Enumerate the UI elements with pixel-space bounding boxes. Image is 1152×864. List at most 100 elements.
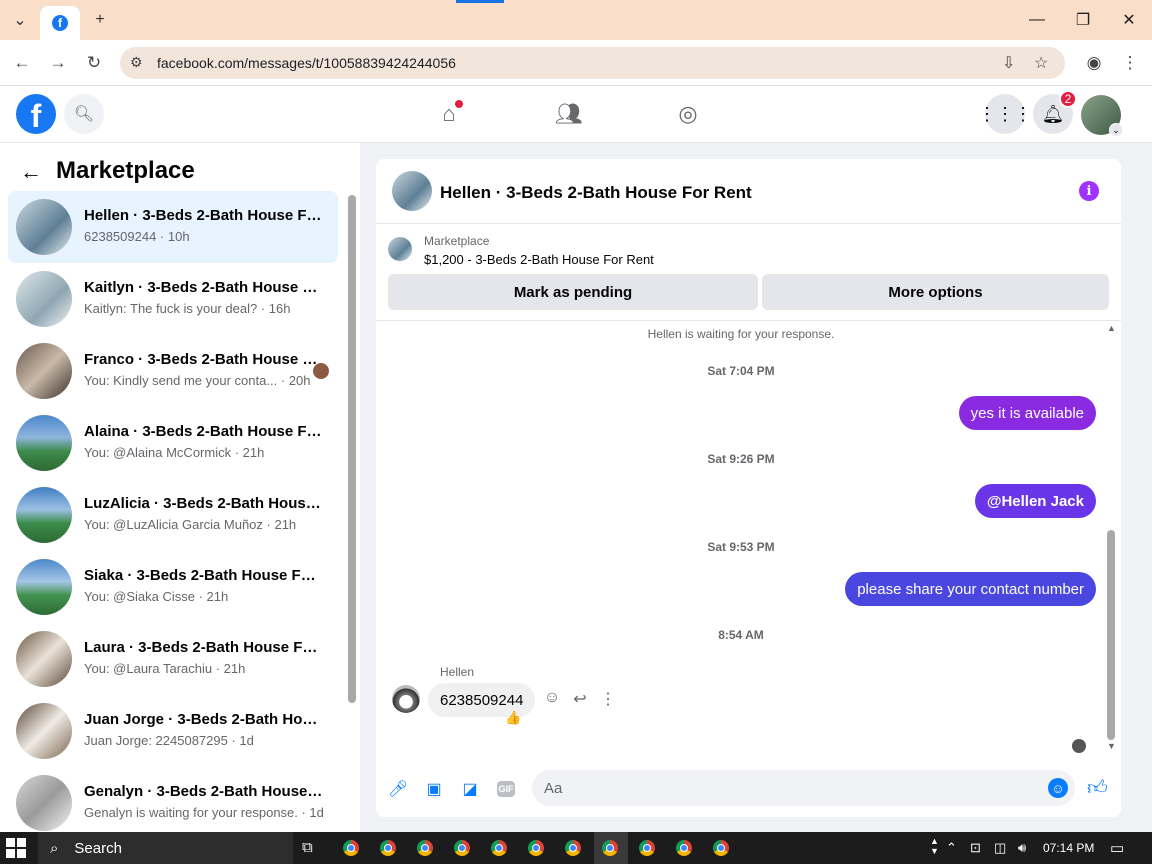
chrome-taskbar-icon[interactable] [343,840,359,856]
conversation-subtitle: Kaitlyn: The fuck is your deal? · 16h [84,301,291,316]
reaction-thumbs-up[interactable]: 👍 [505,710,521,726]
outgoing-message[interactable]: @Hellen Jack [974,484,1096,518]
windows-taskbar: ⌕ Search ⧉ ▲ ▼ ⌃ ⊡ ◫ 🔊︎ 07:14 PM ▭ [0,832,1152,864]
outgoing-message[interactable]: yes it is available [958,396,1096,430]
info-icon[interactable]: i [1079,181,1099,201]
conversation-item[interactable]: Kaitlyn · 3-Beds 2-Bath House For Rent K… [8,263,338,335]
more-actions-icon[interactable]: ⋮ [597,689,619,709]
home-icon[interactable]: ⌂ [433,98,465,130]
message-composer: 🎤︎ ▣ ◪ GIF ☺ 👍︎ [376,764,1121,814]
browser-menu-icon[interactable]: ⋮ [1118,51,1142,75]
search-icon[interactable]: 🔍︎ [64,94,104,134]
conversation-item[interactable]: Franco · 3-Beds 2-Bath House For Rent Yo… [8,335,338,407]
conversation-item[interactable]: Juan Jorge · 3-Beds 2-Bath House For Ren… [8,695,338,767]
address-bar[interactable]: ⚙ facebook.com/messages/t/10058839424244… [120,47,1065,79]
account-chevron-down-icon[interactable]: ⌄ [1109,123,1123,137]
sticker-icon[interactable]: ◪ [459,778,481,800]
network-icon[interactable]: ⊡ [970,840,981,856]
chrome-taskbar-icon[interactable] [528,840,544,856]
timestamp: Sat 7:04 PM [707,364,775,378]
chrome-taskbar-icon[interactable] [417,840,433,856]
friends-icon[interactable]: 👥︎ [553,98,585,130]
chrome-taskbar-icon[interactable] [380,840,396,856]
listing-thumbnail [388,237,412,261]
menu-grid-icon[interactable]: ⋮⋮⋮ [978,94,1032,134]
message-input[interactable] [532,770,1075,806]
taskbar-search[interactable]: ⌕ Search [38,832,293,864]
forward-icon[interactable]: → [46,51,70,75]
chrome-taskbar-icon[interactable] [491,840,507,856]
search-icon: ⌕ [50,839,59,857]
taskbar-clock[interactable]: 07:14 PM [1043,841,1094,855]
new-tab-icon[interactable]: + [88,8,112,32]
scroll-up-arrow-icon[interactable]: ▲ [1107,323,1116,333]
minimize-icon[interactable]: — [1022,8,1052,32]
tab-list-chevron-icon[interactable]: ⌄ [8,8,32,32]
restore-icon[interactable]: ❐ [1068,8,1098,32]
conversation-title: Hellen · 3-Beds 2-Bath House For Rent [84,207,324,224]
listing-thumbnail [16,487,72,543]
notifications-bell-icon[interactable]: 🔔︎ 2 [1033,90,1077,134]
listing-label: Marketplace [424,234,490,248]
conversation-item[interactable]: Alaina · 3-Beds 2-Bath House For Rent Yo… [8,407,338,479]
site-settings-icon[interactable]: ⚙ [130,54,143,71]
mark-as-pending-button[interactable]: Mark as pending [388,274,758,310]
taskbar-scroll-arrows-icon[interactable]: ▲ ▼ [930,836,939,856]
chrome-taskbar-icon[interactable] [565,840,581,856]
url-text[interactable]: facebook.com/messages/t/1005883942424405… [157,55,456,71]
conversation-item[interactable]: LuzAlicia · 3-Beds 2-Bath House For Rent… [8,479,338,551]
gif-icon[interactable]: GIF [495,778,517,800]
chrome-taskbar-icon[interactable] [602,840,618,856]
conversation-item[interactable]: Hellen · 3-Beds 2-Bath House For Rent 62… [8,191,338,263]
conversation-item[interactable]: Laura · 3-Beds 2-Bath House For Rent You… [8,623,338,695]
photo-icon[interactable]: ▣ [423,778,445,800]
microphone-icon[interactable]: 🎤︎ [387,778,409,800]
more-options-button[interactable]: More options [762,274,1109,310]
conversation-item[interactable]: Siaka · 3-Beds 2-Bath House For Rent You… [8,551,338,623]
listing-thumbnail [16,559,72,615]
back-icon[interactable]: ← [10,51,34,75]
conversation-subtitle: You: @Alaina McCormick · 21h [84,445,265,460]
react-smiley-icon[interactable]: ☺ [541,689,563,707]
sender-avatar[interactable] [392,685,420,713]
install-app-icon[interactable]: ⇩ [1002,53,1015,73]
facebook-logo-icon[interactable]: f [16,94,56,134]
notification-center-icon[interactable]: ▭ [1110,839,1124,857]
chrome-taskbar-icon[interactable] [639,840,655,856]
taskbar-search-label: Search [74,839,122,857]
groups-icon[interactable]: ◎ [672,98,704,130]
sender-name: Hellen [440,665,475,679]
reload-icon[interactable]: ↻ [82,51,106,75]
bookmark-star-icon[interactable]: ☆ [1034,53,1048,73]
emoji-icon[interactable]: ☺ [1048,778,1068,798]
back-arrow-icon[interactable]: ← [20,159,42,185]
windows-start-icon[interactable] [6,838,26,858]
camera-icon[interactable]: ◫ [994,840,1006,856]
tab-loading-strip [456,0,504,3]
conversation-list-scrollbar[interactable] [348,195,356,703]
outgoing-message[interactable]: please share your contact number [845,572,1096,606]
account-avatar[interactable]: ⌄ [1081,95,1123,137]
chat-title[interactable]: Hellen · 3-Beds 2-Bath House For Rent [440,183,752,203]
thumbs-up-send-icon[interactable]: 👍︎ [1087,776,1108,800]
task-view-icon[interactable]: ⧉ [302,839,313,856]
listing-thumbnail [16,199,72,255]
timestamp: 8:54 AM [718,628,764,642]
chrome-taskbar-icon[interactable] [676,840,692,856]
chat-header: Hellen · 3-Beds 2-Bath House For Rent i [376,159,1121,224]
show-hidden-icons-icon[interactable]: ⌃ [946,840,957,856]
volume-icon[interactable]: 🔊︎ [1018,840,1026,856]
browser-tab-facebook[interactable]: f [40,6,80,40]
listing-title[interactable]: $1,200 - 3-Beds 2-Bath House For Rent [424,252,654,267]
profile-icon[interactable]: ◉ [1082,51,1106,75]
conversation-title: Franco · 3-Beds 2-Bath House For Rent [84,351,324,368]
chat-avatar[interactable] [392,171,432,211]
scroll-down-arrow-icon[interactable]: ▼ [1107,741,1116,751]
close-icon[interactable]: ✕ [1114,8,1144,32]
chrome-taskbar-icon[interactable] [454,840,470,856]
conversation-item[interactable]: Genalyn · 3-Beds 2-Bath House For Rent G… [8,767,338,839]
thread-scrollbar[interactable] [1107,530,1115,740]
chat-panel: Hellen · 3-Beds 2-Bath House For Rent i … [376,159,1121,817]
chrome-taskbar-icon[interactable] [713,840,729,856]
reply-icon[interactable]: ↩ [569,689,591,709]
